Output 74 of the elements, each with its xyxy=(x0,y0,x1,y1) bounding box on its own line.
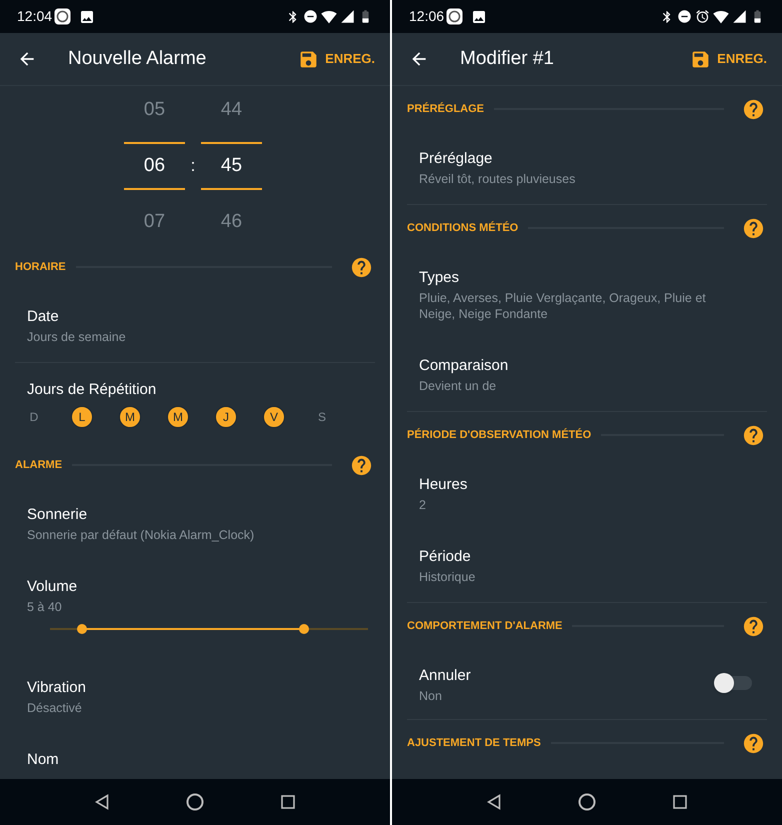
app-notification-icon xyxy=(54,8,72,25)
setting-title: Vibration xyxy=(27,678,87,698)
time-value[interactable]: 46 xyxy=(220,200,242,244)
setting-value: Sonnerie par défaut (Nokia Alarm_Clock) xyxy=(27,527,256,543)
setting-value: Réveil tôt, routes pluvieuses xyxy=(419,171,576,187)
status-time: 12:06 xyxy=(409,7,444,26)
home-icon[interactable] xyxy=(578,793,596,811)
setting-value: Désactivé xyxy=(27,700,83,716)
do-not-disturb-icon xyxy=(303,9,318,24)
back-nav-icon[interactable] xyxy=(486,794,501,810)
time-value[interactable]: 44 xyxy=(220,88,242,132)
setting-value: Jours de semaine xyxy=(27,329,127,345)
setting-value: Historique xyxy=(419,569,476,585)
screen-title: Nouvelle Alarme xyxy=(68,46,208,71)
setting-title: Comparaison xyxy=(419,356,510,376)
setting-title: Préréglage xyxy=(419,149,494,169)
section-title: COMPORTEMENT D'ALARME xyxy=(407,618,562,634)
cellular-signal-icon xyxy=(732,9,747,24)
screen-title: Modifier #1 xyxy=(460,46,555,71)
setting-title: Sonnerie xyxy=(27,505,88,525)
time-separator: : xyxy=(190,155,196,178)
section-title: PRÉRÉGLAGE xyxy=(407,101,484,117)
help-icon[interactable] xyxy=(742,98,765,120)
section-title: HORAIRE xyxy=(15,260,66,275)
time-value[interactable]: 45 xyxy=(201,142,262,190)
help-icon[interactable] xyxy=(350,256,373,278)
setting-title: Annuler xyxy=(419,666,472,686)
section-title: CONDITIONS MÉTÉO xyxy=(407,220,518,236)
weekday-toggle[interactable]: M xyxy=(167,406,189,428)
do-not-disturb-icon xyxy=(677,9,692,24)
weekday-toggle[interactable]: D xyxy=(23,406,45,428)
slider-thumb[interactable] xyxy=(299,624,310,634)
time-value[interactable]: 05 xyxy=(144,88,166,132)
section-title: AJUSTEMENT DE TEMPS xyxy=(407,736,541,751)
app-notification-icon xyxy=(446,8,464,25)
time-value[interactable]: 06 xyxy=(124,142,185,190)
help-icon[interactable] xyxy=(742,216,765,240)
recent-apps-icon[interactable] xyxy=(281,795,296,809)
setting-value: Non xyxy=(419,688,443,704)
setting-title: Heures xyxy=(419,475,468,495)
setting-title: Jours de Répétition xyxy=(27,380,158,400)
section-title: ALARME xyxy=(15,458,62,473)
cellular-signal-icon xyxy=(340,9,355,24)
weekday-toggle[interactable]: L xyxy=(71,406,93,428)
weekday-toggle[interactable]: S xyxy=(311,406,333,428)
home-icon[interactable] xyxy=(186,793,204,811)
weekday-toggle[interactable]: V xyxy=(263,406,285,428)
status-time: 12:04 xyxy=(17,7,52,26)
setting-value: 5 à 40 xyxy=(27,599,63,615)
save-button[interactable]: ENREG. xyxy=(298,48,375,70)
help-icon[interactable] xyxy=(742,614,765,638)
setting-title: Période xyxy=(419,547,472,567)
slider-thumb[interactable] xyxy=(76,624,87,634)
time-value[interactable]: 07 xyxy=(144,200,166,244)
weekday-toggle[interactable]: J xyxy=(215,406,237,428)
wifi-icon xyxy=(713,8,729,24)
section-title: PÉRIODE D'OBSERVATION MÉTÉO xyxy=(407,427,592,443)
setting-title: Volume xyxy=(27,577,78,597)
help-icon[interactable] xyxy=(350,454,373,476)
setting-title: Nom xyxy=(27,750,60,770)
wifi-icon xyxy=(321,8,337,24)
weekday-toggle[interactable]: M xyxy=(119,406,141,428)
setting-title: Date xyxy=(27,307,60,327)
help-icon[interactable] xyxy=(742,424,765,446)
image-notification-icon xyxy=(471,8,488,24)
recent-apps-icon[interactable] xyxy=(673,795,688,809)
back-nav-icon[interactable] xyxy=(94,794,109,810)
save-button[interactable]: ENREG. xyxy=(690,48,767,70)
help-icon[interactable] xyxy=(742,732,765,754)
image-notification-icon xyxy=(79,8,96,24)
setting-title: Types xyxy=(419,268,460,288)
setting-value: 2 xyxy=(419,497,427,513)
setting-value: Pluie, Averses, Pluie Verglaçante, Orageux, Pluie et Neige, Neige Fondante xyxy=(419,290,707,322)
setting-value: Devient un de xyxy=(419,378,498,394)
